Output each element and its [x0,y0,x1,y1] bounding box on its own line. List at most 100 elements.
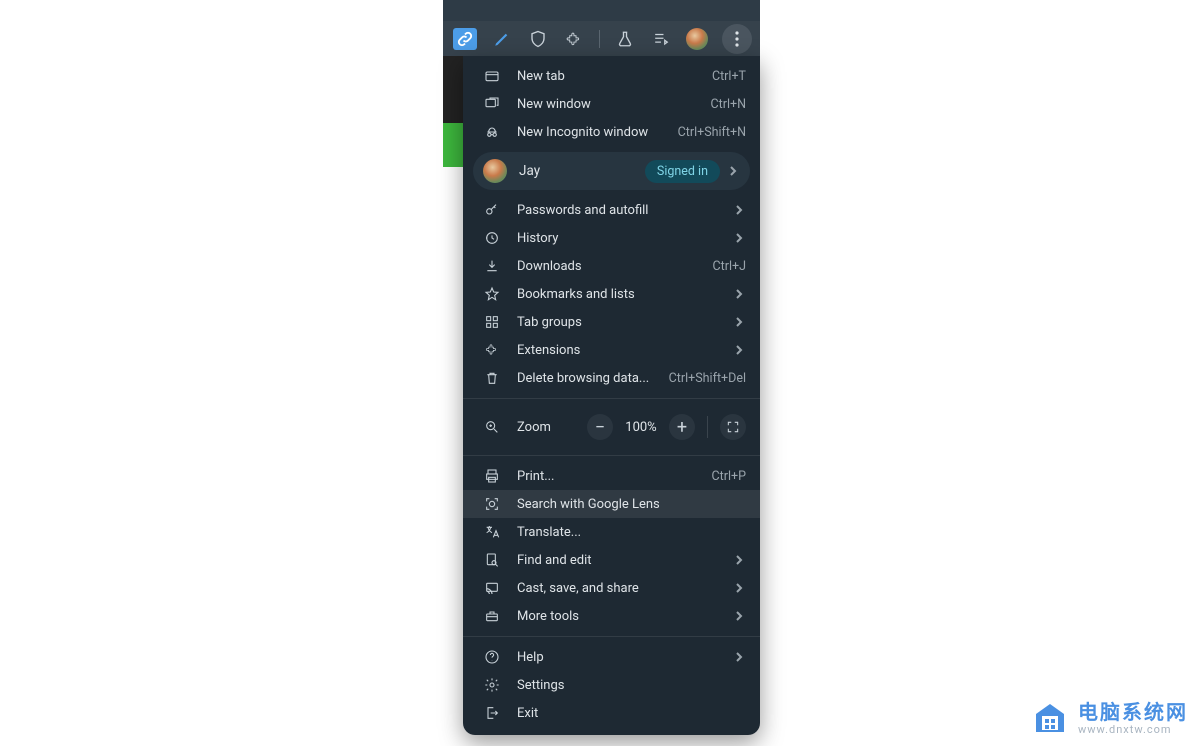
chevron-right-icon [726,164,740,178]
chrome-main-menu: New tab Ctrl+T New window Ctrl+N New Inc… [463,56,760,735]
menu-translate[interactable]: Translate... [463,518,760,546]
menu-zoom-row: Zoom − 100% + [463,405,760,449]
watermark-url: www.dnxtw.com [1078,724,1188,735]
extensions-icon [483,341,501,359]
fullscreen-button[interactable] [720,414,746,440]
menu-divider [463,636,760,637]
menu-label: New Incognito window [517,125,678,140]
menu-passwords[interactable]: Passwords and autofill [463,196,760,224]
menu-label: Find and edit [517,553,732,568]
zoom-separator [707,416,708,438]
key-icon [483,201,501,219]
watermark: 电脑系统网 www.dnxtw.com [1032,700,1188,736]
menu-divider [463,455,760,456]
keyboard-shortcut: Ctrl+J [713,259,747,274]
menu-label: More tools [517,609,732,624]
menu-settings[interactable]: Settings [463,671,760,699]
chevron-right-icon [732,343,746,357]
menu-label: New tab [517,69,712,84]
watermark-logo [1032,700,1068,736]
menu-help[interactable]: Help [463,643,760,671]
zoom-out-button[interactable]: − [587,414,613,440]
translate-icon [483,523,501,541]
menu-label: Downloads [517,259,713,274]
keyboard-shortcut: Ctrl+Shift+N [678,125,746,140]
menu-bookmarks[interactable]: Bookmarks and lists [463,280,760,308]
grid-icon [483,313,501,331]
signed-in-badge: Signed in [645,160,720,183]
help-icon [483,648,501,666]
keyboard-shortcut: Ctrl+P [712,469,746,484]
browser-toolbar [443,21,760,57]
pen-icon[interactable] [491,28,513,50]
menu-find-edit[interactable]: Find and edit [463,546,760,574]
menu-divider [463,398,760,399]
menu-new-window[interactable]: New window Ctrl+N [463,90,760,118]
printer-icon [483,467,501,485]
menu-label: Tab groups [517,315,732,330]
watermark-text: 电脑系统网 www.dnxtw.com [1078,702,1188,735]
menu-label: Exit [517,706,746,721]
exit-icon [483,704,501,722]
zoom-value: 100% [619,420,663,435]
link-icon[interactable] [453,28,477,50]
profile-avatar-icon[interactable] [686,28,708,50]
puzzle-icon[interactable] [563,28,585,50]
menu-label: Extensions [517,343,732,358]
keyboard-shortcut: Ctrl+T [712,69,746,84]
incognito-icon [483,123,501,141]
menu-delete-browsing-data[interactable]: Delete browsing data... Ctrl+Shift+Del [463,364,760,392]
menu-label: Bookmarks and lists [517,287,732,302]
menu-label: Settings [517,678,746,693]
gear-icon [483,676,501,694]
menu-exit[interactable]: Exit [463,699,760,727]
trash-icon [483,369,501,387]
kebab-menu-button[interactable] [722,24,752,54]
chevron-right-icon [732,287,746,301]
magnifying-glass-icon [483,418,501,436]
menu-print[interactable]: Print... Ctrl+P [463,462,760,490]
zoom-controls: − 100% + [587,414,746,440]
document-search-icon [483,551,501,569]
flask-icon[interactable] [614,28,636,50]
menu-history[interactable]: History [463,224,760,252]
watermark-title: 电脑系统网 [1078,702,1188,722]
profile-name: Jay [519,163,645,179]
chevron-right-icon [732,231,746,245]
history-icon [483,229,501,247]
chevron-right-icon [732,650,746,664]
menu-extensions[interactable]: Extensions [463,336,760,364]
chevron-right-icon [732,581,746,595]
zoom-label: Zoom [517,420,587,435]
playlist-icon[interactable] [650,28,672,50]
menu-label: History [517,231,732,246]
menu-profile-row[interactable]: Jay Signed in [473,152,750,190]
chevron-right-icon [732,315,746,329]
download-icon [483,257,501,275]
menu-label: Translate... [517,525,746,540]
menu-more-tools[interactable]: More tools [463,602,760,630]
menu-label: Passwords and autofill [517,203,732,218]
menu-label: New window [517,97,710,112]
menu-cast-save-share[interactable]: Cast, save, and share [463,574,760,602]
keyboard-shortcut: Ctrl+Shift+Del [669,371,746,386]
shield-icon[interactable] [527,28,549,50]
menu-label: Print... [517,469,712,484]
menu-new-tab[interactable]: New tab Ctrl+T [463,62,760,90]
page-green-strip [443,123,463,167]
profile-avatar [483,159,507,183]
chevron-right-icon [732,553,746,567]
toolbar-separator [599,30,600,48]
page-dark-strip [443,56,463,123]
zoom-in-button[interactable]: + [669,414,695,440]
menu-downloads[interactable]: Downloads Ctrl+J [463,252,760,280]
menu-label: Search with Google Lens [517,497,746,512]
menu-tab-groups[interactable]: Tab groups [463,308,760,336]
keyboard-shortcut: Ctrl+N [710,97,746,112]
star-icon [483,285,501,303]
menu-search-lens[interactable]: Search with Google Lens [463,490,760,518]
menu-new-incognito[interactable]: New Incognito window Ctrl+Shift+N [463,118,760,146]
tab-icon [483,67,501,85]
menu-label: Cast, save, and share [517,581,732,596]
menu-label: Delete browsing data... [517,371,669,386]
